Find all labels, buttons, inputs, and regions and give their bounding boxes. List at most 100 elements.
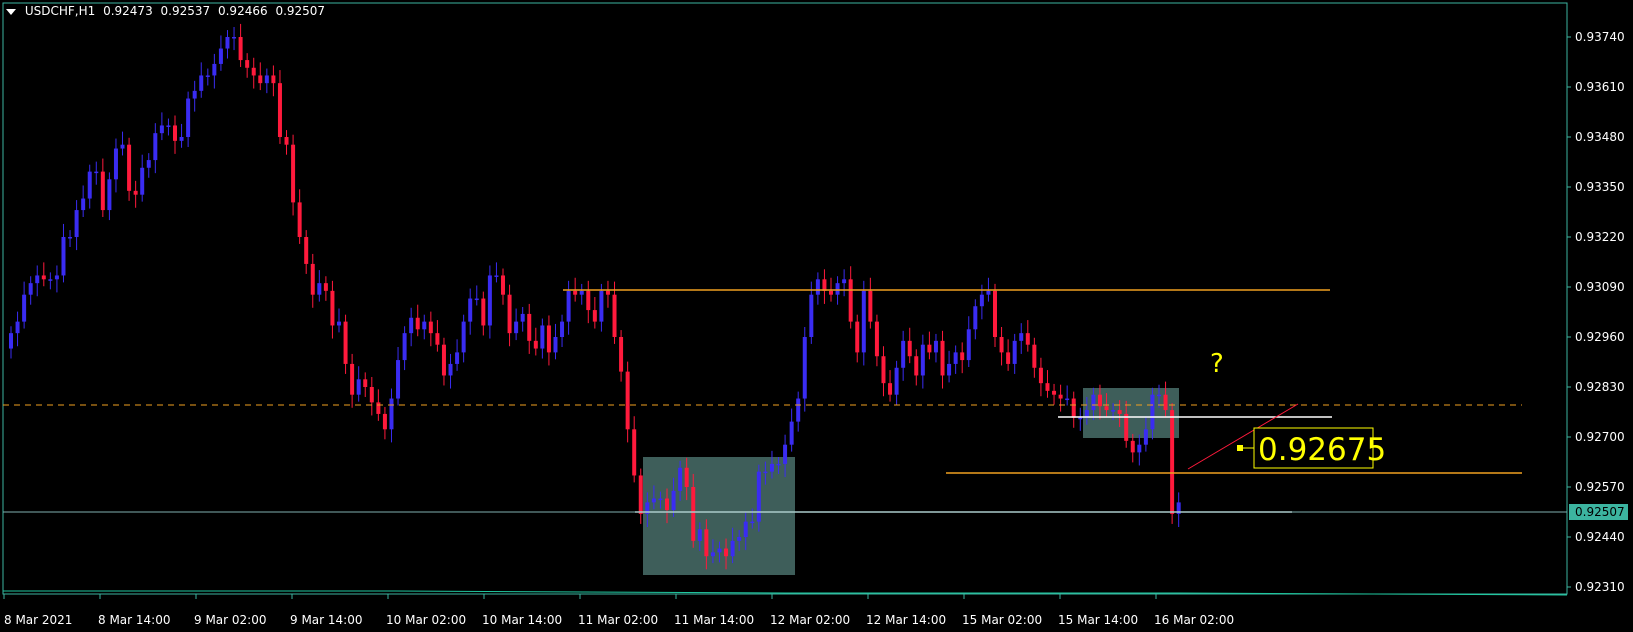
candle (1006, 339, 1011, 371)
candle (9, 326, 13, 359)
candle-body (435, 333, 440, 345)
candle-body (546, 325, 551, 353)
time-tick-label: 15 Mar 02:00 (962, 613, 1042, 627)
candle (966, 316, 971, 367)
price-tick-label: 0.93220 (1575, 230, 1625, 244)
candle-body (907, 340, 912, 357)
candle (343, 314, 348, 374)
candle-body (1143, 429, 1148, 445)
dropdown-triangle-icon[interactable] (6, 8, 16, 15)
candle (461, 314, 466, 363)
candle-body (350, 363, 355, 395)
price-label-box[interactable]: 0.92675 (1237, 427, 1386, 469)
price-tick-label: 0.93090 (1575, 280, 1625, 294)
candle (435, 320, 440, 352)
candle-body (422, 321, 427, 330)
candle-body (684, 467, 689, 487)
candle-body (1130, 440, 1135, 453)
candle (993, 283, 997, 347)
candle (205, 68, 210, 86)
candle (468, 288, 473, 335)
candle-body (632, 429, 637, 476)
candle (304, 230, 309, 274)
candle-body (343, 321, 348, 364)
candle (599, 283, 604, 332)
candle-body (783, 444, 788, 464)
candle (815, 272, 820, 305)
candle (756, 464, 761, 532)
time-tick-label: 8 Mar 2021 (4, 613, 72, 627)
candle (22, 281, 27, 329)
candle-body (310, 263, 315, 295)
candle (1032, 337, 1037, 378)
candle-body (1058, 394, 1063, 399)
candle-body (940, 340, 945, 376)
price-chart[interactable]: 0.92675 ? 0.93740 0.93610 0.93480 0.93350 0.… (0, 0, 1633, 632)
candle (861, 280, 866, 366)
current-price-text: 0.92507 (1575, 505, 1625, 519)
candle-body (796, 398, 801, 422)
candle (179, 123, 184, 148)
candle (842, 269, 847, 297)
candle (933, 333, 938, 363)
candle (540, 318, 545, 359)
candle (1130, 433, 1135, 463)
candle-body (68, 237, 73, 239)
candle (848, 266, 853, 329)
candle-body (409, 317, 414, 334)
candle-body (337, 321, 341, 326)
candle (868, 277, 873, 329)
candle-body (927, 344, 932, 353)
time-tick-label: 12 Mar 14:00 (866, 613, 946, 627)
candle (428, 311, 433, 347)
candle (68, 230, 73, 247)
time-tick-label: 9 Mar 02:00 (194, 613, 267, 627)
time-tick-label: 15 Mar 14:00 (1058, 613, 1138, 627)
candle (28, 276, 33, 305)
candle-body (710, 552, 715, 557)
candle-body (22, 294, 27, 322)
candle (356, 366, 361, 402)
candle-body (769, 463, 774, 472)
candle (474, 285, 479, 306)
candle (140, 154, 145, 202)
candle (48, 272, 53, 290)
candle (789, 408, 794, 452)
candle (297, 189, 302, 244)
candle-body (369, 387, 374, 403)
candle-body (743, 521, 748, 537)
candle-body (146, 160, 151, 168)
candle (927, 331, 932, 360)
candle-body (501, 275, 505, 295)
candle (81, 185, 86, 217)
time-tick-label: 9 Mar 14:00 (290, 613, 363, 627)
price-tick-label: 0.93350 (1575, 180, 1625, 194)
candle (192, 80, 197, 112)
candle-body (947, 363, 952, 376)
candle (953, 345, 958, 374)
candle-body (605, 290, 610, 295)
candle-body (15, 321, 20, 334)
candle (579, 283, 584, 305)
candle-body (94, 171, 99, 174)
candle-body (225, 37, 230, 49)
candle-body (822, 279, 827, 291)
candle-body (750, 521, 755, 524)
candle-body (428, 321, 433, 334)
candle-body (1032, 344, 1037, 368)
candle-body (507, 294, 512, 334)
candle (612, 281, 617, 344)
candle-body (166, 125, 171, 127)
candle-body (835, 283, 840, 295)
candle-body (625, 371, 630, 430)
candle-body (1071, 398, 1076, 418)
candle-body (619, 337, 624, 372)
candle (894, 360, 899, 405)
candle-body (1012, 340, 1017, 364)
candle (402, 326, 407, 371)
candle (494, 262, 499, 283)
candle (15, 311, 20, 347)
candle-body (251, 67, 256, 76)
candle-body (960, 352, 965, 361)
candle (113, 138, 118, 193)
